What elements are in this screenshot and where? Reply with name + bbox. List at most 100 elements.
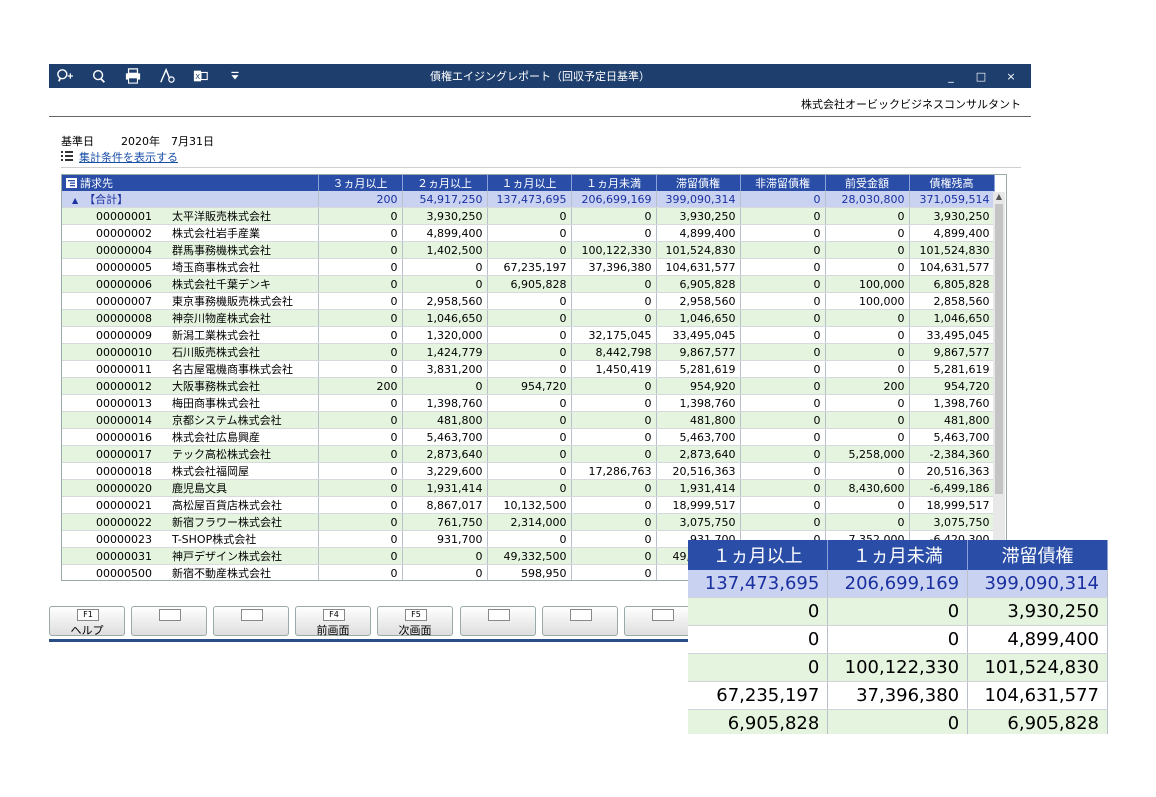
table-row[interactable]: 00000016 株式会社広島興産 0 5,463,700 0 0 5,463,700 0 0 5…	[62, 428, 995, 446]
value-cell: 8,442,798	[571, 343, 657, 361]
zoom-callout: １ヵ月以上 １ヵ月未満 滞留債権 137,473,695 206,699,169 399…	[688, 540, 1108, 734]
value-cell: 3,075,750	[656, 513, 741, 531]
customer-cell: 00000007 東京事務機販売株式会社	[62, 292, 319, 310]
customer-name: 群馬事務機株式会社	[172, 244, 271, 257]
table-row[interactable]: 00000018 株式会社福岡屋 0 3,229,600 0 17,286,763 20,5…	[62, 462, 995, 480]
value-cell: 0	[740, 479, 826, 497]
column-header[interactable]: 債権残高	[909, 175, 995, 191]
column-header[interactable]: 前受金額	[825, 175, 910, 191]
zoom-value-cell: 137,473,695	[688, 570, 829, 598]
customer-cell: 00000006 株式会社千葉デンキ	[62, 275, 319, 293]
total-value-cell: 54,917,250	[402, 191, 488, 208]
zoom-row: 6,905,828 0 6,905,828	[688, 709, 1108, 734]
value-cell: 0	[487, 479, 572, 497]
table-row[interactable]: 00000002 株式会社岩手産業 0 4,899,400 0 0 4,899,400 0 0 4…	[62, 224, 995, 242]
function-key-button[interactable]: F4 前画面	[295, 606, 371, 637]
table-row[interactable]: 00000008 神奈川物産株式会社 0 1,046,650 0 0 1,046,650 0 0…	[62, 309, 995, 327]
minimize-button[interactable]: _	[939, 66, 963, 86]
function-key-button[interactable]: F1 ヘルプ	[49, 606, 125, 637]
table-row[interactable]: 00000004 群馬事務機株式会社 0 1,402,500 0 100,122,330 1…	[62, 241, 995, 259]
value-cell: 0	[487, 394, 572, 412]
column-header[interactable]: ２ヵ月以上	[402, 175, 488, 191]
table-row[interactable]: 00000021 高松屋百貨店株式会社 0 8,867,017 10,132,500 0 1…	[62, 496, 995, 514]
customer-cell: 00000016 株式会社広島興産	[62, 428, 319, 446]
table-row[interactable]: 00000011 名古屋電機商事株式会社 0 3,831,200 0 1,450,419 5…	[62, 360, 995, 378]
value-cell: 0	[740, 513, 826, 531]
customer-name: 埼玉商事株式会社	[172, 261, 260, 274]
table-row[interactable]: 00000020 鹿児島文具 0 1,931,414 0 0 1,931,414 0 8,430…	[62, 479, 995, 497]
value-cell: 1,398,760	[909, 394, 995, 412]
value-cell: 0	[571, 496, 657, 514]
customer-cell: 00000020 鹿児島文具	[62, 479, 319, 497]
value-cell: 0	[740, 241, 826, 259]
value-cell: 33,495,045	[656, 326, 741, 344]
table-row[interactable]: 00000012 大阪事務株式会社 200 0 954,720 0 954,920 0 200 9…	[62, 377, 995, 395]
table-row[interactable]: 00000022 新宿フラワー株式会社 0 761,750 2,314,000 0 3,07…	[62, 513, 995, 531]
value-cell: 8,867,017	[402, 496, 488, 514]
tree-toggle-icon[interactable]	[66, 177, 80, 190]
table-row[interactable]: 00000010 石川販売株式会社 0 1,424,779 0 8,442,798 9,86…	[62, 343, 995, 361]
table-row[interactable]: 00000006 株式会社千葉デンキ 0 0 6,905,828 0 6,905,828 0 1…	[62, 275, 995, 293]
table-row[interactable]: 00000005 埼玉商事株式会社 0 0 67,235,197 37,396,380 10…	[62, 258, 995, 276]
total-row[interactable]: ▲ 【合計】 200 54,917,250 137,473,695 206,699,169…	[62, 191, 995, 208]
column-header[interactable]: ３ヵ月以上	[318, 175, 403, 191]
value-cell: 0	[318, 513, 403, 531]
function-key-button[interactable]: F5 次画面	[377, 606, 453, 637]
column-header[interactable]: １ヵ月未満	[571, 175, 657, 191]
report-grid[interactable]: 請求先 ３ヵ月以上 ２ヵ月以上 １ヵ月以上 １ヵ月未満 滞留債権 非滞留債権 前受金額 債権残高…	[61, 174, 1007, 581]
column-header[interactable]: １ヵ月以上	[487, 175, 572, 191]
value-cell: 0	[571, 292, 657, 310]
table-row[interactable]: 00000001 太平洋販売株式会社 0 3,930,250 0 0 3,930,250 0 0…	[62, 207, 995, 225]
value-cell: 0	[571, 445, 657, 463]
table-row[interactable]: 00000013 梅田商事株式会社 0 1,398,760 0 0 1,398,760 0 0 1…	[62, 394, 995, 412]
vertical-scrollbar[interactable]: ▲	[993, 192, 1005, 582]
value-cell: -6,499,186	[909, 479, 995, 497]
customer-name: 株式会社広島興産	[172, 431, 260, 444]
customer-cell: 00000017 テック高松株式会社	[62, 445, 319, 463]
show-conditions-link[interactable]: 集計条件を表示する	[79, 149, 178, 165]
conditions-toggle[interactable]: 集計条件を表示する	[61, 149, 178, 165]
customer-code: 00000012	[96, 380, 152, 393]
scrollbar-thumb[interactable]	[995, 204, 1003, 494]
value-cell: 0	[487, 428, 572, 446]
value-cell: 0	[740, 496, 826, 514]
table-row[interactable]: 00000009 新潟工業株式会社 0 1,320,000 0 32,175,045 33,…	[62, 326, 995, 344]
value-cell: 1,046,650	[402, 309, 488, 327]
value-cell: 101,524,830	[656, 241, 741, 259]
collapse-triangle-icon[interactable]: ▲	[66, 196, 84, 205]
scroll-up-icon[interactable]: ▲	[993, 192, 1005, 204]
maximize-button[interactable]: □	[969, 66, 993, 86]
value-cell: 0	[571, 513, 657, 531]
value-cell: 4,899,400	[402, 224, 488, 242]
function-key-button[interactable]	[542, 606, 618, 636]
column-header[interactable]: 滞留債権	[656, 175, 741, 191]
table-row[interactable]: 00000017 テック高松株式会社 0 2,873,640 0 0 2,873,640 0 5…	[62, 445, 995, 463]
table-row[interactable]: 00000014 京都システム株式会社 0 481,800 0 0 481,800 0 0 481…	[62, 411, 995, 429]
total-value-cell: 28,030,800	[825, 191, 910, 208]
function-key-button[interactable]	[131, 606, 207, 636]
zoom-row: 0 100,122,330 101,524,830	[688, 653, 1108, 682]
table-row[interactable]: 00000007 東京事務機販売株式会社 0 2,958,560 0 0 2,958,560…	[62, 292, 995, 310]
title-bar: X 債権エイジングレポート（回収予定日基準） _ □ ×	[49, 64, 1031, 88]
value-cell: 0	[571, 530, 657, 548]
column-header[interactable]: 請求先	[62, 175, 319, 191]
value-cell: 5,258,000	[825, 445, 910, 463]
zoom-table: １ヵ月以上 １ヵ月未満 滞留債権 137,473,695 206,699,169 399…	[688, 540, 1108, 734]
value-cell: 6,905,828	[487, 275, 572, 293]
value-cell: 598,950	[487, 564, 572, 580]
function-key-tag: F1	[77, 609, 99, 621]
value-cell: 0	[571, 309, 657, 327]
customer-name: 神戸デザイン株式会社	[172, 550, 282, 563]
function-key-button[interactable]	[213, 606, 289, 636]
value-cell: 0	[318, 207, 403, 225]
value-cell: 0	[571, 377, 657, 395]
value-cell: 4,899,400	[656, 224, 741, 242]
customer-code: 00000014	[96, 414, 152, 427]
customer-cell: 00000018 株式会社福岡屋	[62, 462, 319, 480]
value-cell: 200	[318, 377, 403, 395]
function-key-button[interactable]	[460, 606, 536, 636]
close-button[interactable]: ×	[999, 66, 1023, 86]
column-header[interactable]: 非滞留債権	[740, 175, 826, 191]
zoom-value-cell: 3,930,250	[967, 597, 1108, 626]
value-cell: 104,631,577	[909, 258, 995, 276]
